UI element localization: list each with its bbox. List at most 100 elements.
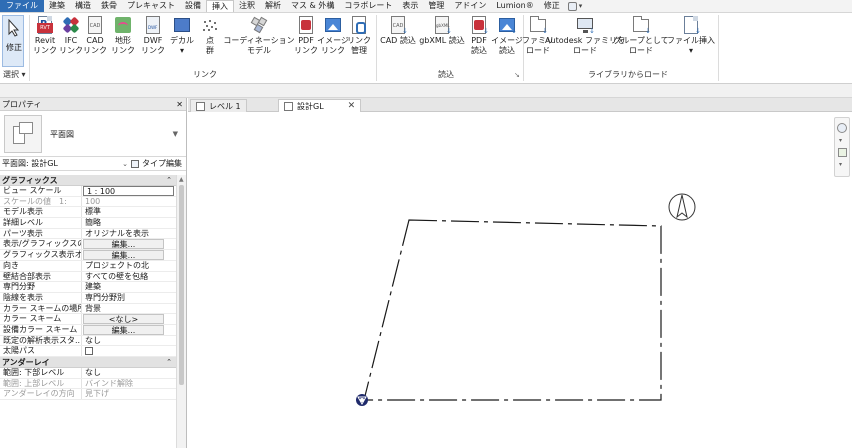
property-name: 太陽パス <box>0 346 82 356</box>
site-boundary-line[interactable] <box>363 219 662 401</box>
collapse-icon[interactable]: ⌃ <box>166 175 172 185</box>
quick-access-toolbar[interactable]: ▾ <box>565 0 583 12</box>
property-value[interactable]: 建築 <box>82 282 176 292</box>
pdf-link-button[interactable]: PDF リンク <box>292 15 320 56</box>
chevron-down-icon[interactable]: ▾ <box>839 161 842 168</box>
gbxml-import-button[interactable]: gbXML ↓ gbXML 読込 <box>418 15 466 46</box>
menu-tab[interactable]: 注釈 <box>234 0 260 12</box>
ribbon-button-label: CAD リンク <box>83 36 107 55</box>
view-tab-design-gl[interactable]: 設計GL ✕ <box>278 99 362 112</box>
chevron-down-icon[interactable]: ▾ <box>839 137 842 144</box>
menu-tab[interactable]: 鉄骨 <box>96 0 122 12</box>
select-panel-label[interactable]: 選択 ▾ <box>3 69 26 81</box>
point-cloud-button[interactable]: 点 群 <box>197 15 223 56</box>
revit-link-button[interactable]: RRVTRevit リンク <box>32 15 58 56</box>
instance-filter[interactable]: 平面図: 設計GL ⌄ タイプ編集 <box>0 157 186 171</box>
property-value[interactable]: 標準 <box>82 207 176 217</box>
menu-tab[interactable]: 挿入 <box>206 0 234 12</box>
property-row: 表示/グラフィックスの...編集... <box>0 239 176 251</box>
menu-tab[interactable]: Lumion® <box>491 0 538 12</box>
property-value[interactable]: オリジナルを表示 <box>82 229 176 239</box>
close-icon[interactable]: ✕ <box>176 100 183 109</box>
property-name: グラフィックス表示オプ... <box>0 250 82 260</box>
cad-link-button[interactable]: CAD CAD リンク <box>82 15 108 56</box>
coordination-model-button[interactable]: コーディネーション モデル <box>223 15 295 56</box>
menu-bar: ファイル 建築 構造 鉄骨 プレキャスト 設備 挿入 注釈 解析 マス & 外構 コラボレート 表示管… <box>0 0 852 13</box>
property-value[interactable]: プロジェクトの北 <box>82 261 176 271</box>
property-row: 壁結合部表示 すべての壁を包絡 <box>0 271 176 283</box>
menu-tab[interactable]: 修正 <box>539 0 565 12</box>
ifc-link-button[interactable]: IFC リンク <box>58 15 84 56</box>
property-name: スケールの値 1: <box>0 196 82 207</box>
navigation-bar[interactable]: ▾ ▾ <box>834 117 850 177</box>
drawing-canvas[interactable] <box>188 113 852 448</box>
property-value[interactable]: なし <box>82 368 176 378</box>
zoom-icon[interactable] <box>838 148 847 157</box>
properties-scrollbar[interactable]: ▲ <box>176 175 186 448</box>
chevron-down-icon[interactable]: ▾ <box>579 0 583 12</box>
property-edit-button[interactable]: <なし> <box>83 314 164 324</box>
close-icon[interactable]: ✕ <box>348 101 356 111</box>
ifc-link-icon <box>61 15 81 35</box>
property-group-header[interactable]: アンダーレイ ⌃ <box>0 357 176 368</box>
dwf-link-button[interactable]: DWF リンク <box>139 15 167 56</box>
menu-tab[interactable]: コラボレート <box>339 0 397 12</box>
property-row: 専門分野 建築 <box>0 282 176 293</box>
image-import-icon: ↓ <box>497 15 517 35</box>
property-value[interactable]: 簡略 <box>82 218 176 228</box>
menu-tab[interactable]: アドイン <box>449 0 491 12</box>
image-import-button[interactable]: ↓ イメージ 読込 <box>491 15 523 56</box>
chevron-down-icon[interactable]: ▼ <box>173 130 178 138</box>
menu-tab[interactable]: 表示 <box>397 0 423 12</box>
type-selector[interactable]: 平面図 ▼ <box>0 111 186 157</box>
view-tab-level-1[interactable]: レベル 1 <box>190 99 247 112</box>
chevron-down-icon[interactable]: ⌄ <box>122 160 128 168</box>
edit-type-button[interactable]: タイプ編集 <box>142 158 182 169</box>
menu-tab[interactable]: 設備 <box>180 0 206 12</box>
property-edit-button[interactable]: 編集... <box>83 250 164 260</box>
insert-file-button[interactable]: ↓ ファイル挿入 ▾ <box>664 15 718 56</box>
project-base-point-icon[interactable] <box>356 394 368 406</box>
property-edit-button[interactable]: 編集... <box>83 324 164 335</box>
scroll-up-icon[interactable]: ▲ <box>179 176 184 183</box>
view-tab-label: レベル 1 <box>209 101 241 111</box>
topography-link-button[interactable]: 地形 リンク <box>108 15 138 56</box>
property-value[interactable]: なし <box>82 336 176 346</box>
view-tab-bar: レベル 1 設計GL ✕ <box>188 98 852 112</box>
load-group-button[interactable]: ↓ グループとして ロード <box>613 15 669 56</box>
property-edit-button[interactable]: 編集... <box>83 239 164 250</box>
image-link-button[interactable]: イメージ リンク <box>317 15 349 56</box>
import-panel-label: 読込 <box>438 70 454 79</box>
property-name: モデル表示 <box>0 207 82 218</box>
checkbox-icon[interactable] <box>85 347 93 356</box>
menu-tab[interactable]: 構造 <box>70 0 96 12</box>
property-group-header[interactable]: グラフィックス ⌃ <box>0 175 176 186</box>
autodesk-family-button[interactable]: ↓ Autodesk ファミリを ロード <box>545 15 625 56</box>
sun-path-checkbox[interactable] <box>82 346 176 356</box>
menu-tab-file[interactable]: ファイル <box>0 0 44 12</box>
import-panel-launcher-icon[interactable]: ↘ <box>514 69 520 81</box>
scroll-thumb[interactable] <box>179 185 184 385</box>
menu-tab[interactable]: 解析 <box>260 0 286 12</box>
property-value[interactable]: 背景 <box>82 304 176 314</box>
cad-import-icon: CAD ↓ <box>388 15 408 35</box>
property-name: 壁結合部表示 <box>0 271 82 282</box>
menu-tab[interactable]: マス & 外構 <box>286 0 339 12</box>
image-link-icon <box>323 15 343 35</box>
property-row: 設備カラー スキーム 編集... <box>0 324 176 336</box>
property-value[interactable]: すべての壁を包絡 <box>82 272 176 282</box>
steering-wheel-icon[interactable] <box>837 123 847 133</box>
menu-tab[interactable]: 管理 <box>423 0 449 12</box>
menu-tab[interactable]: プレキャスト <box>122 0 180 12</box>
cad-import-button[interactable]: CAD ↓ CAD 読込 <box>378 15 418 46</box>
property-name: 既定の解析表示スタ... <box>0 335 82 346</box>
collapse-icon[interactable]: ⌃ <box>166 357 172 367</box>
property-value[interactable]: 専門分野別 <box>82 293 176 303</box>
decal-button[interactable]: デカル ▾ <box>168 15 196 56</box>
manage-links-button[interactable]: リンク 管理 <box>346 15 372 56</box>
pdf-import-button[interactable]: ↓ PDF 読込 <box>467 15 491 56</box>
menu-tab[interactable]: 建築 <box>44 0 70 12</box>
view-scale-input[interactable]: 1 : 100 <box>83 186 174 196</box>
modify-select-button[interactable]: 修正 <box>2 15 24 67</box>
panel-icon[interactable] <box>567 1 577 11</box>
